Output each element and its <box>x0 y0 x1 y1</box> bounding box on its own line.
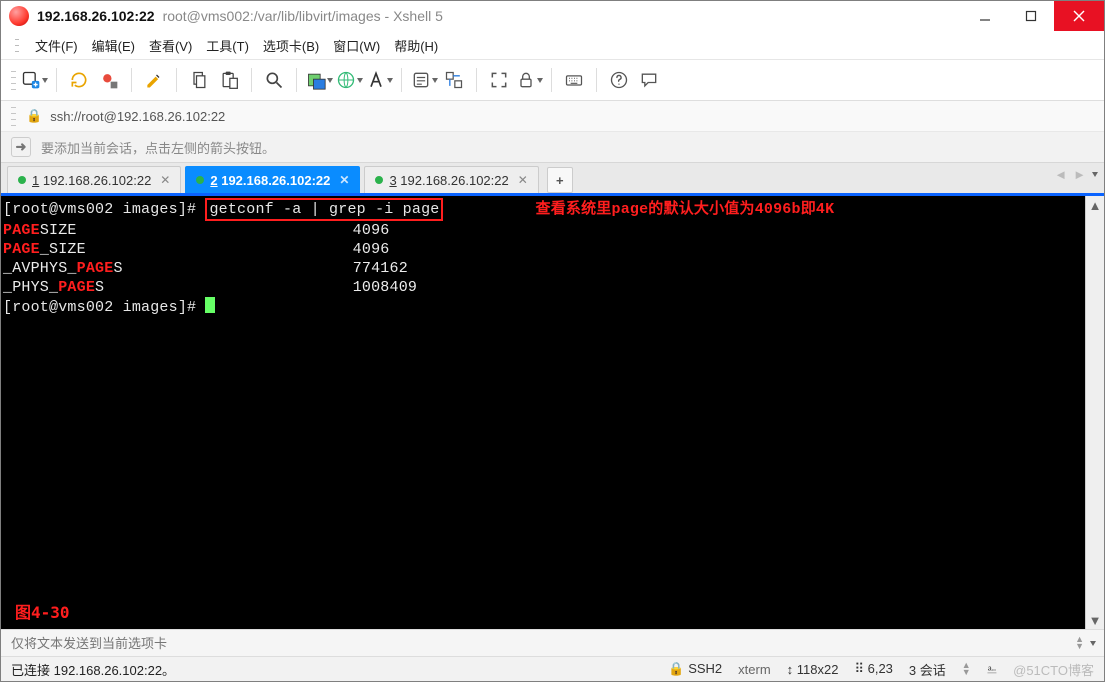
lock-icon: 🔒 <box>26 108 42 124</box>
add-session-arrow-button[interactable]: ➜ <box>11 137 31 157</box>
title-main: 192.168.26.102:22 <box>37 8 155 24</box>
menu-view[interactable]: 查看(V) <box>149 36 192 55</box>
session-tab-2[interactable]: 2 192.168.26.102:22 ✕ <box>185 166 360 193</box>
toolbar <box>1 60 1104 101</box>
fullscreen-button[interactable] <box>485 66 513 94</box>
title-path: root@vms002:/var/lib/libvirt/images - Xs… <box>163 8 443 24</box>
status-connection: 已连接 192.168.26.102:22。 <box>11 660 668 679</box>
script-button[interactable] <box>410 66 438 94</box>
cursor <box>205 297 215 313</box>
tabs-nav-right-icon[interactable]: ► <box>1073 167 1086 182</box>
lock-button[interactable] <box>515 66 543 94</box>
copy-button[interactable] <box>185 66 213 94</box>
properties-button[interactable] <box>140 66 168 94</box>
tabs-nav-left-icon[interactable]: ◄ <box>1054 167 1067 182</box>
session-tab-3[interactable]: 3 192.168.26.102:22 ✕ <box>364 166 538 193</box>
menu-help[interactable]: 帮助(H) <box>394 36 438 55</box>
app-icon <box>9 6 29 26</box>
web-button[interactable] <box>335 66 363 94</box>
close-button[interactable] <box>1054 1 1104 31</box>
session-stepper[interactable]: ▲▼ <box>962 662 971 676</box>
menubar: 文件(F) 编辑(E) 查看(V) 工具(T) 选项卡(B) 窗口(W) 帮助(… <box>1 31 1104 60</box>
minimize-button[interactable] <box>962 1 1008 31</box>
terminal-area: [root@vms002 images]# getconf -a | grep … <box>1 196 1104 629</box>
send-scope-stepper[interactable]: ▲▼ <box>1075 636 1084 650</box>
prompt: [root@vms002 images]# <box>3 299 196 316</box>
scroll-up-icon[interactable]: ▲ <box>1086 196 1104 214</box>
menu-tabs[interactable]: 选项卡(B) <box>263 36 319 55</box>
find-button[interactable] <box>260 66 288 94</box>
send-bar: ▲▼ <box>1 629 1104 657</box>
status-lock-icon: 🔒 SSH2 <box>668 661 722 677</box>
menu-window[interactable]: 窗口(W) <box>333 36 380 55</box>
addrbar-grip[interactable] <box>11 104 16 128</box>
status-dot-icon <box>196 176 204 184</box>
info-strip: ➜ 要添加当前会话，点击左侧的箭头按钮。 <box>1 132 1104 163</box>
address-bar: 🔒 ssh://root@192.168.26.102:22 <box>1 101 1104 132</box>
titlebar: 192.168.26.102:22 root@vms002:/var/lib/l… <box>1 1 1104 31</box>
info-text: 要添加当前会话，点击左侧的箭头按钮。 <box>41 138 275 157</box>
address-text[interactable]: ssh://root@192.168.26.102:22 <box>50 109 225 124</box>
tabs-menu-icon[interactable] <box>1092 172 1098 177</box>
statusbar: 已连接 192.168.26.102:22。 🔒 SSH2 xterm ↕ 11… <box>1 657 1104 681</box>
menu-tools[interactable]: 工具(T) <box>206 36 249 55</box>
new-session-button[interactable] <box>20 66 48 94</box>
disconnect-button[interactable] <box>95 66 123 94</box>
menu-file[interactable]: 文件(F) <box>35 36 78 55</box>
status-sessions: 3 会话 <box>909 660 946 679</box>
status-cursor: ⠿ 6,23 <box>854 661 892 677</box>
session-tabs: 1 192.168.26.102:22 ✕ 2 192.168.26.102:2… <box>1 163 1104 196</box>
terminal-scrollbar[interactable]: ▲ ▼ <box>1085 196 1104 629</box>
menu-edit[interactable]: 编辑(E) <box>92 36 135 55</box>
prompt: [root@vms002 images]# <box>3 201 196 218</box>
reconnect-button[interactable] <box>65 66 93 94</box>
menubar-grip[interactable] <box>15 36 19 54</box>
add-tab-button[interactable]: + <box>547 167 573 193</box>
session-tab-1[interactable]: 1 192.168.26.102:22 ✕ <box>7 166 181 193</box>
send-menu-icon[interactable] <box>1090 641 1096 646</box>
status-dot-icon <box>18 176 26 184</box>
font-button[interactable] <box>365 66 393 94</box>
status-size: ↕ 118x22 <box>787 662 839 677</box>
chat-button[interactable] <box>635 66 663 94</box>
transfer-button[interactable] <box>440 66 468 94</box>
status-cap-icon: ⎁ <box>987 661 997 677</box>
close-icon[interactable]: ✕ <box>160 173 170 187</box>
watermark: @51CTO博客 <box>1013 660 1094 679</box>
keyboard-button[interactable] <box>560 66 588 94</box>
status-termtype: xterm <box>738 662 771 677</box>
toolbar-grip[interactable] <box>11 68 16 92</box>
help-icon-button[interactable] <box>605 66 633 94</box>
close-icon[interactable]: ✕ <box>518 173 528 187</box>
font-color-button[interactable] <box>305 66 333 94</box>
terminal[interactable]: [root@vms002 images]# getconf -a | grep … <box>1 196 1085 629</box>
paste-button[interactable] <box>215 66 243 94</box>
annotation: 查看系统里page的默认大小值为4096b即4K <box>536 201 835 218</box>
scroll-down-icon[interactable]: ▼ <box>1086 611 1104 629</box>
maximize-button[interactable] <box>1008 1 1054 31</box>
status-dot-icon <box>375 176 383 184</box>
close-icon[interactable]: ✕ <box>339 173 349 187</box>
send-input[interactable] <box>9 635 1075 652</box>
figure-label: 图4-30 <box>15 599 70 623</box>
command-highlight: getconf -a | grep -i page <box>205 198 443 221</box>
